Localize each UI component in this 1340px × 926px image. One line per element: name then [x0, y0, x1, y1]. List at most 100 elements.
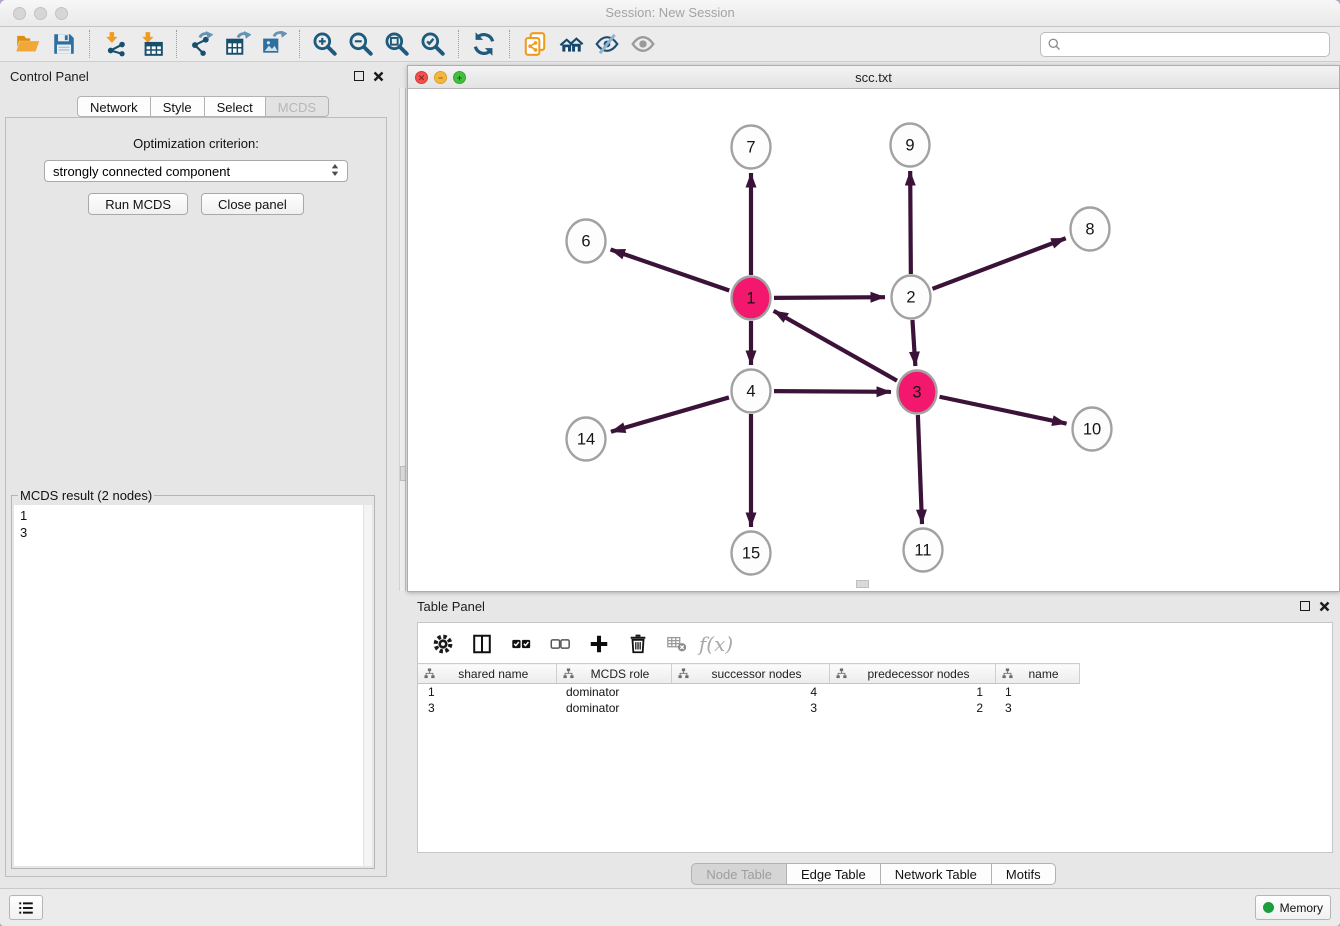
edge-4-14[interactable]	[611, 397, 729, 431]
eye-icon	[630, 31, 656, 57]
network-canvas[interactable]: 1 2 3 4 6 7 8 9 10 11 14 15	[408, 89, 1339, 591]
network-close-button[interactable]: ✕	[415, 71, 428, 84]
close-panel-icon[interactable]	[373, 71, 384, 82]
zoom-fit-button[interactable]	[379, 29, 415, 59]
node-4[interactable]: 4	[732, 370, 771, 413]
tab-motifs[interactable]: Motifs	[991, 863, 1056, 885]
network-window-titlebar[interactable]: ✕ − + scc.txt	[408, 66, 1339, 89]
panel-divider	[399, 88, 406, 591]
network-zoom-button[interactable]: +	[453, 71, 466, 84]
add-row-button[interactable]	[586, 631, 612, 657]
column-header-predecessor-nodes[interactable]: predecessor nodes	[829, 664, 995, 684]
cell-name[interactable]: 3	[995, 700, 1079, 716]
node-10[interactable]: 10	[1073, 408, 1112, 451]
node-8[interactable]: 8	[1071, 208, 1110, 251]
cell-predecessor-nodes[interactable]: 1	[829, 684, 995, 700]
edge-1-2[interactable]	[774, 297, 885, 298]
network-graph: 1 2 3 4 6 7 8 9 10 11 14 15	[408, 89, 1339, 591]
split-columns-button[interactable]	[469, 631, 495, 657]
close-table-panel-icon[interactable]	[1319, 601, 1330, 612]
tab-node-table[interactable]: Node Table	[691, 863, 787, 885]
cell-predecessor-nodes[interactable]: 2	[829, 700, 995, 716]
zoom-in-button[interactable]	[307, 29, 343, 59]
export-image-button[interactable]	[256, 29, 292, 59]
node-2[interactable]: 2	[892, 276, 931, 319]
table-settings-button[interactable]	[430, 631, 456, 657]
apply-layout-button[interactable]	[466, 29, 502, 59]
cell-successor-nodes[interactable]: 3	[671, 700, 829, 716]
node-9[interactable]: 9	[891, 124, 930, 167]
node-table-card: f(x) shared nameMCDS rolesuccessor nodes…	[417, 622, 1333, 853]
node-1[interactable]: 1	[732, 277, 771, 320]
export-network-button[interactable]	[184, 29, 220, 59]
edge-3-10[interactable]	[940, 397, 1067, 424]
column-header-shared-name[interactable]: shared name	[418, 664, 556, 684]
houses-icon	[558, 31, 584, 57]
node-7[interactable]: 7	[732, 126, 771, 169]
tab-edge-table[interactable]: Edge Table	[786, 863, 881, 885]
cell-mcds-role[interactable]: dominator	[556, 700, 671, 716]
column-header-mcds-role[interactable]: MCDS role	[556, 664, 671, 684]
import-network-button[interactable]	[97, 29, 133, 59]
node-11[interactable]: 11	[904, 529, 943, 572]
divider-handle[interactable]	[400, 466, 406, 481]
tab-mcds[interactable]: MCDS	[265, 96, 329, 117]
node-3[interactable]: 3	[898, 371, 937, 414]
network-minimize-button[interactable]: −	[434, 71, 447, 84]
function-builder-button[interactable]: f(x)	[703, 631, 729, 657]
canvas-resize-handle[interactable]	[856, 580, 869, 588]
node-15[interactable]: 15	[732, 532, 771, 575]
run-mcds-button[interactable]: Run MCDS	[88, 193, 188, 215]
zoom-selected-button[interactable]	[415, 29, 451, 59]
delete-table-button[interactable]	[664, 631, 690, 657]
tab-network[interactable]: Network	[77, 96, 151, 117]
memory-status-icon	[1263, 902, 1274, 913]
node-14[interactable]: 14	[567, 418, 606, 461]
svg-text:15: 15	[742, 545, 760, 563]
table-row[interactable]: 3dominator323	[418, 700, 1079, 716]
tab-network-table[interactable]: Network Table	[880, 863, 992, 885]
task-history-button[interactable]	[9, 895, 43, 920]
cell-successor-nodes[interactable]: 4	[671, 684, 829, 700]
show-all-button[interactable]	[625, 29, 661, 59]
export-table-button[interactable]	[220, 29, 256, 59]
cell-shared-name[interactable]: 3	[418, 700, 556, 716]
memory-button[interactable]: Memory	[1255, 895, 1331, 920]
cell-mcds-role[interactable]: dominator	[556, 684, 671, 700]
edge-3-11[interactable]	[918, 415, 922, 524]
duplicate-network-button[interactable]	[517, 29, 553, 59]
select-all-button[interactable]	[508, 631, 534, 657]
node-6[interactable]: 6	[567, 220, 606, 263]
deselect-all-button[interactable]	[547, 631, 573, 657]
import-table-button[interactable]	[133, 29, 169, 59]
delete-row-button[interactable]	[625, 631, 651, 657]
search-input[interactable]	[1066, 37, 1323, 52]
column-header-successor-nodes[interactable]: successor nodes	[671, 664, 829, 684]
mcds-panel: Optimization criterion: strongly connect…	[5, 117, 387, 877]
edge-2-8[interactable]	[933, 238, 1066, 289]
cell-name[interactable]: 1	[995, 684, 1079, 700]
checkboxes-unchecked-icon	[549, 633, 571, 655]
edge-2-9[interactable]	[910, 171, 911, 274]
close-panel-button[interactable]: Close panel	[201, 193, 304, 215]
control-panel: Control Panel NetworkStyleSelectMCDS Opt…	[0, 65, 394, 883]
open-session-button[interactable]	[10, 29, 46, 59]
zoom-out-button[interactable]	[343, 29, 379, 59]
table-row[interactable]: 1dominator411	[418, 684, 1079, 700]
node-table: shared nameMCDS rolesuccessor nodesprede…	[418, 663, 1080, 716]
first-neighbors-button[interactable]	[553, 29, 589, 59]
result-scrollbar[interactable]	[363, 505, 372, 866]
column-header-name[interactable]: name	[995, 664, 1079, 684]
edge-4-3[interactable]	[774, 391, 891, 392]
cell-shared-name[interactable]: 1	[418, 684, 556, 700]
float-table-panel-icon[interactable]	[1300, 601, 1310, 611]
hide-selected-button[interactable]	[589, 29, 625, 59]
criterion-select[interactable]: strongly connected component	[44, 160, 348, 182]
tab-style[interactable]: Style	[150, 96, 205, 117]
edge-3-1[interactable]	[774, 311, 897, 381]
tab-select[interactable]: Select	[204, 96, 266, 117]
save-session-button[interactable]	[46, 29, 82, 59]
edge-2-3[interactable]	[912, 320, 915, 366]
edge-1-6[interactable]	[611, 249, 730, 290]
float-panel-icon[interactable]	[354, 71, 364, 81]
